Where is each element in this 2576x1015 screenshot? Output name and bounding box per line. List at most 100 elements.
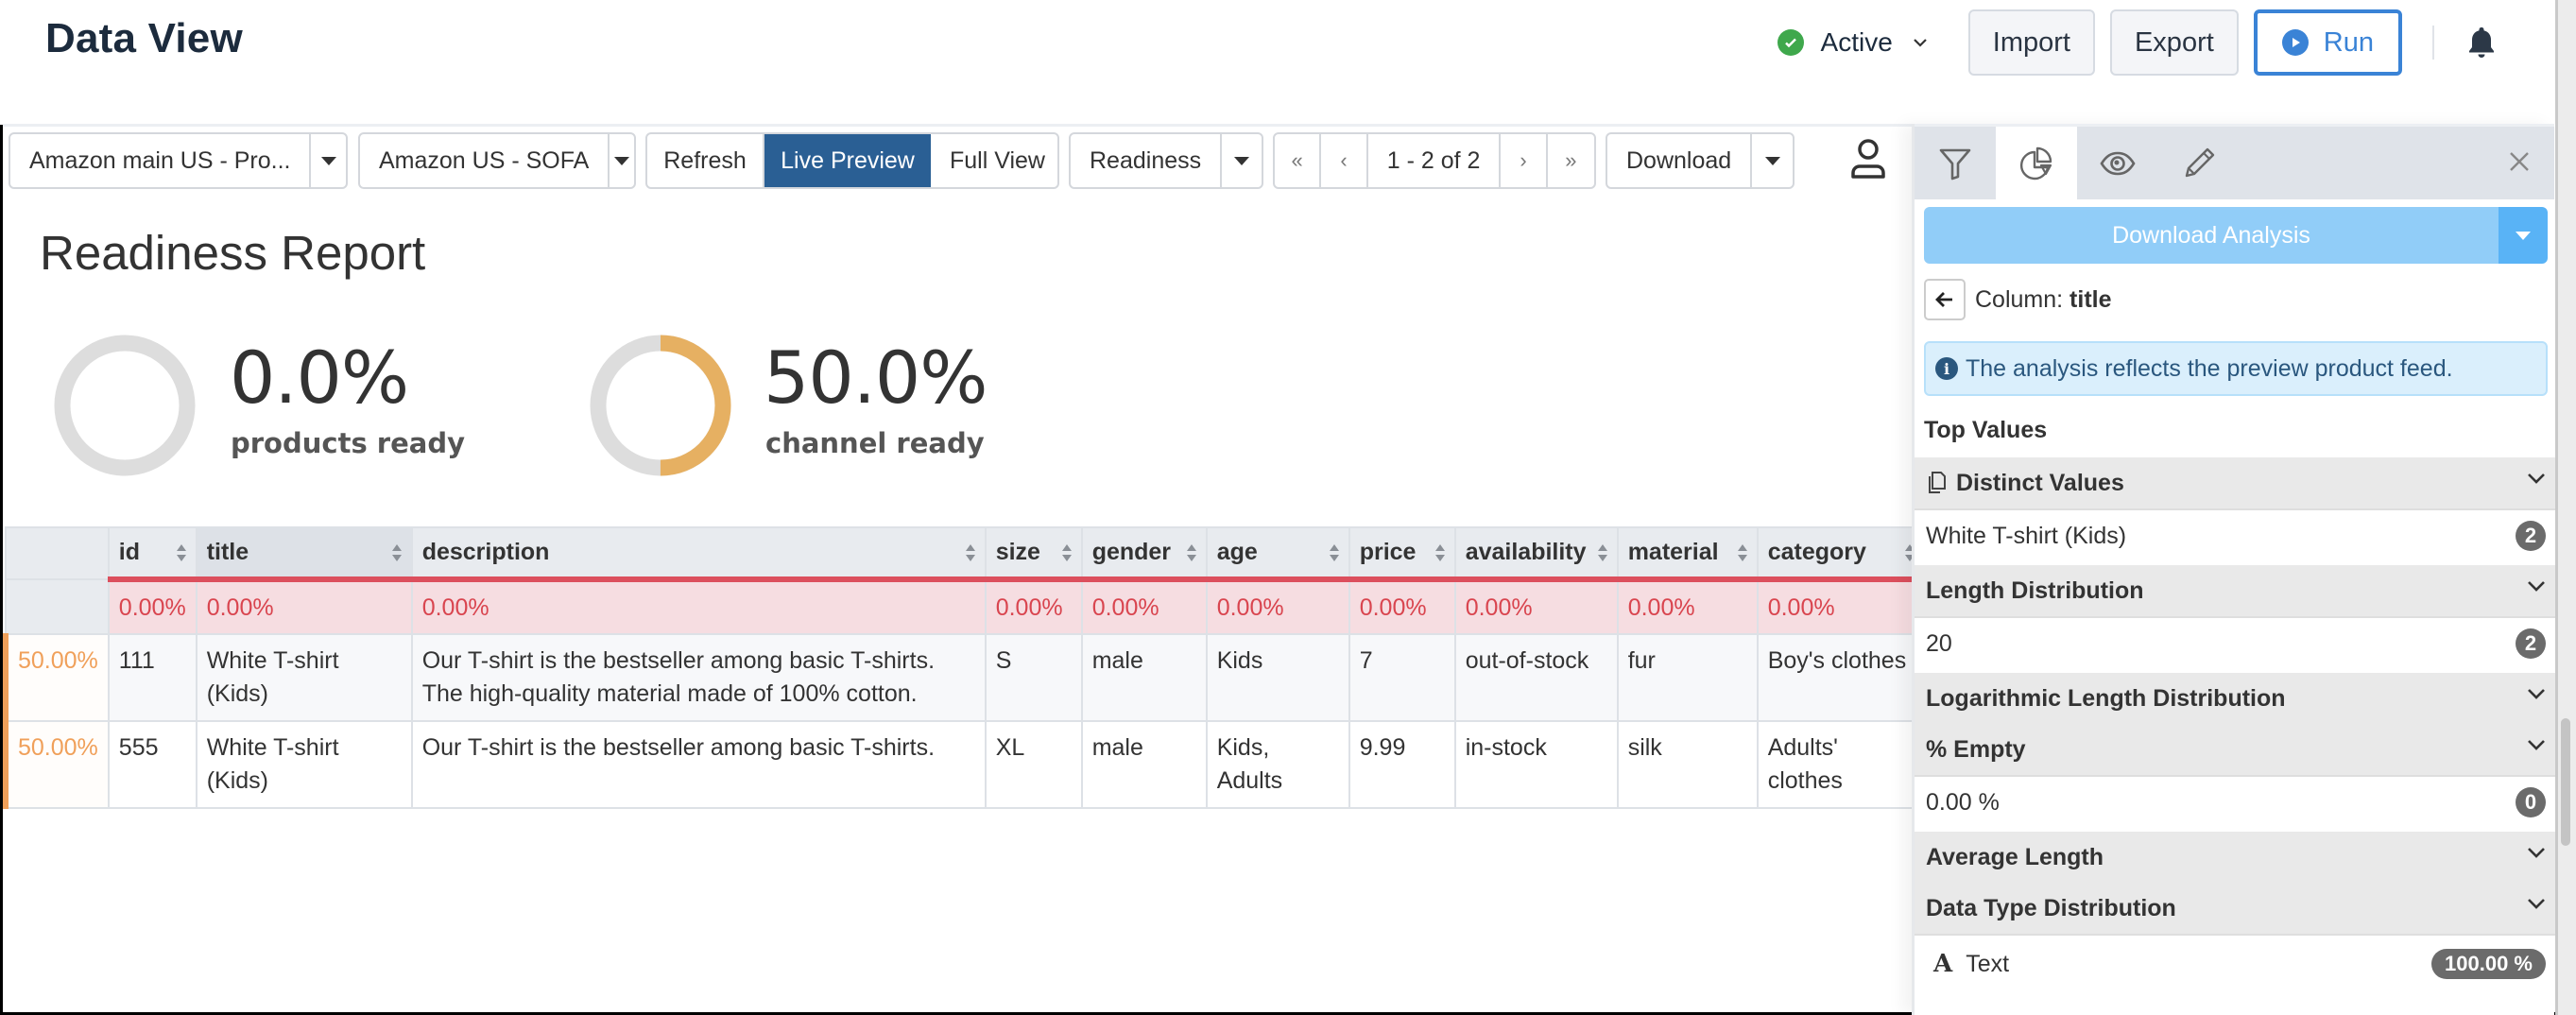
sort-icon[interactable]: [390, 542, 404, 563]
table-row[interactable]: 50.00% 555 White T-shirt (Kids) Our T-sh…: [3, 720, 1926, 809]
readiness-select-toggle[interactable]: [1222, 134, 1262, 187]
table-cell[interactable]: 111: [107, 633, 197, 722]
sort-icon[interactable]: [964, 542, 977, 563]
empty-percent-item: 0.00 % 0: [1915, 775, 2557, 828]
column-readiness-cell: 0.00%: [1348, 578, 1456, 635]
eye-icon: [2100, 151, 2136, 176]
column-header-label: id: [118, 539, 141, 565]
feed-select-toggle[interactable]: [311, 134, 346, 187]
empty-percent-header[interactable]: % Empty: [1915, 724, 2557, 775]
download-button[interactable]: Download: [1607, 134, 1753, 187]
table-cell[interactable]: Our T-shirt is the bestseller among basi…: [410, 720, 987, 809]
chevron-down-icon: [2528, 848, 2545, 858]
copy-icon: [1929, 472, 1946, 493]
bell-icon[interactable]: [2463, 24, 2500, 61]
average-length-header[interactable]: Average Length: [1915, 832, 2557, 883]
import-button[interactable]: Import: [1967, 9, 2095, 76]
chevron-down-icon: [2528, 473, 2545, 484]
table-row[interactable]: 50.00% 111 White T-shirt (Kids) Our T-sh…: [3, 633, 1926, 722]
column-header-id[interactable]: id: [107, 526, 197, 582]
column-header-availability[interactable]: availability: [1453, 526, 1619, 582]
sort-icon[interactable]: [1434, 542, 1447, 563]
back-button[interactable]: [1924, 279, 1966, 320]
scrollbar[interactable]: [2555, 0, 2576, 1015]
close-icon[interactable]: [2505, 147, 2533, 176]
column-header-gender[interactable]: gender: [1080, 526, 1208, 582]
next-page-button[interactable]: ›: [1501, 134, 1548, 187]
user-icon[interactable]: [1847, 137, 1889, 181]
channel-ready-donut: [590, 335, 731, 476]
readiness-select[interactable]: Readiness: [1069, 132, 1263, 189]
last-page-button[interactable]: »: [1548, 134, 1594, 187]
column-header-age[interactable]: age: [1205, 526, 1350, 582]
run-button[interactable]: Run: [2253, 9, 2402, 76]
table-cell[interactable]: male: [1080, 720, 1208, 809]
column-header-description[interactable]: description: [410, 526, 987, 582]
full-view-button[interactable]: Full View: [931, 134, 1057, 187]
value-label: 0.00 %: [1926, 788, 2000, 816]
column-header-size[interactable]: size: [984, 526, 1083, 582]
table-cell[interactable]: Boy's clothes: [1756, 633, 1926, 722]
column-readiness-cell: 0.00%: [1453, 578, 1619, 635]
first-page-button[interactable]: «: [1275, 134, 1322, 187]
column-readiness-cell: 0.00%: [1756, 578, 1926, 635]
download-select[interactable]: Download: [1606, 132, 1795, 189]
download-analysis-button-group: Download Analysis: [1924, 207, 2548, 264]
sort-icon[interactable]: [1736, 542, 1749, 563]
scrollbar-thumb[interactable]: [2561, 718, 2570, 846]
sort-icon[interactable]: [1328, 542, 1341, 563]
live-preview-button[interactable]: Live Preview: [764, 134, 931, 187]
tab-filter[interactable]: [1915, 127, 1996, 200]
table-cell[interactable]: in-stock: [1453, 720, 1619, 809]
channel-select-toggle[interactable]: [610, 134, 634, 187]
status-label: Active: [1820, 27, 1893, 57]
download-toggle[interactable]: [1752, 134, 1793, 187]
table-cell[interactable]: Kids, Adults: [1205, 720, 1350, 809]
column-header-material[interactable]: material: [1616, 526, 1759, 582]
length-distribution-header[interactable]: Length Distribution: [1915, 565, 2557, 616]
table-cell[interactable]: Kids: [1205, 633, 1350, 722]
tab-analysis[interactable]: [1996, 127, 2077, 200]
column-header-title[interactable]: title: [195, 526, 413, 582]
sort-icon[interactable]: [1596, 542, 1609, 563]
data-type-distribution-header[interactable]: Data Type Distribution: [1915, 883, 2557, 934]
table-cell[interactable]: White T-shirt (Kids): [195, 633, 413, 722]
tab-edit[interactable]: [2158, 127, 2240, 200]
channel-select-value[interactable]: Amazon US - SOFA: [360, 134, 610, 187]
column-header-price[interactable]: price: [1348, 526, 1456, 582]
channel-select[interactable]: Amazon US - SOFA: [358, 132, 636, 189]
caret-down-icon: [320, 156, 336, 165]
table-cell[interactable]: White T-shirt (Kids): [195, 720, 413, 809]
export-button[interactable]: Export: [2109, 9, 2239, 76]
download-analysis-button[interactable]: Download Analysis: [1924, 207, 2499, 264]
info-text: The analysis reflects the preview produc…: [1966, 354, 2453, 382]
readiness-select-value[interactable]: Readiness: [1071, 134, 1223, 187]
status-dropdown[interactable]: Active: [1777, 27, 1929, 58]
column-header-category[interactable]: category: [1756, 526, 1926, 582]
table-cell[interactable]: Adults' clothes: [1756, 720, 1926, 809]
prev-page-button[interactable]: ‹: [1321, 134, 1368, 187]
table-cell[interactable]: male: [1080, 633, 1208, 722]
tab-preview[interactable]: [2077, 127, 2158, 200]
log-length-distribution-header[interactable]: Logarithmic Length Distribution: [1915, 673, 2557, 724]
feed-select-value[interactable]: Amazon main US - Pro...: [10, 134, 312, 187]
download-analysis-toggle[interactable]: [2499, 207, 2548, 264]
table-cell[interactable]: fur: [1616, 633, 1759, 722]
count-badge: 2: [2516, 521, 2546, 551]
table-cell[interactable]: silk: [1616, 720, 1759, 809]
table-cell[interactable]: 9.99: [1348, 720, 1456, 809]
table-cell[interactable]: S: [984, 633, 1083, 722]
feed-select[interactable]: Amazon main US - Pro...: [9, 132, 348, 189]
table-cell[interactable]: 555: [107, 720, 197, 809]
column-header-label: title: [206, 539, 249, 565]
info-alert: i The analysis reflects the preview prod…: [1924, 341, 2548, 396]
sort-icon[interactable]: [175, 542, 188, 563]
table-cell[interactable]: XL: [984, 720, 1083, 809]
table-cell[interactable]: 7: [1348, 633, 1456, 722]
table-cell[interactable]: out-of-stock: [1453, 633, 1619, 722]
sort-icon[interactable]: [1185, 542, 1198, 563]
refresh-button[interactable]: Refresh: [647, 134, 764, 187]
table-cell[interactable]: Our T-shirt is the bestseller among basi…: [410, 633, 987, 722]
distinct-values-header[interactable]: Distinct Values: [1915, 457, 2557, 508]
sort-icon[interactable]: [1060, 542, 1073, 563]
